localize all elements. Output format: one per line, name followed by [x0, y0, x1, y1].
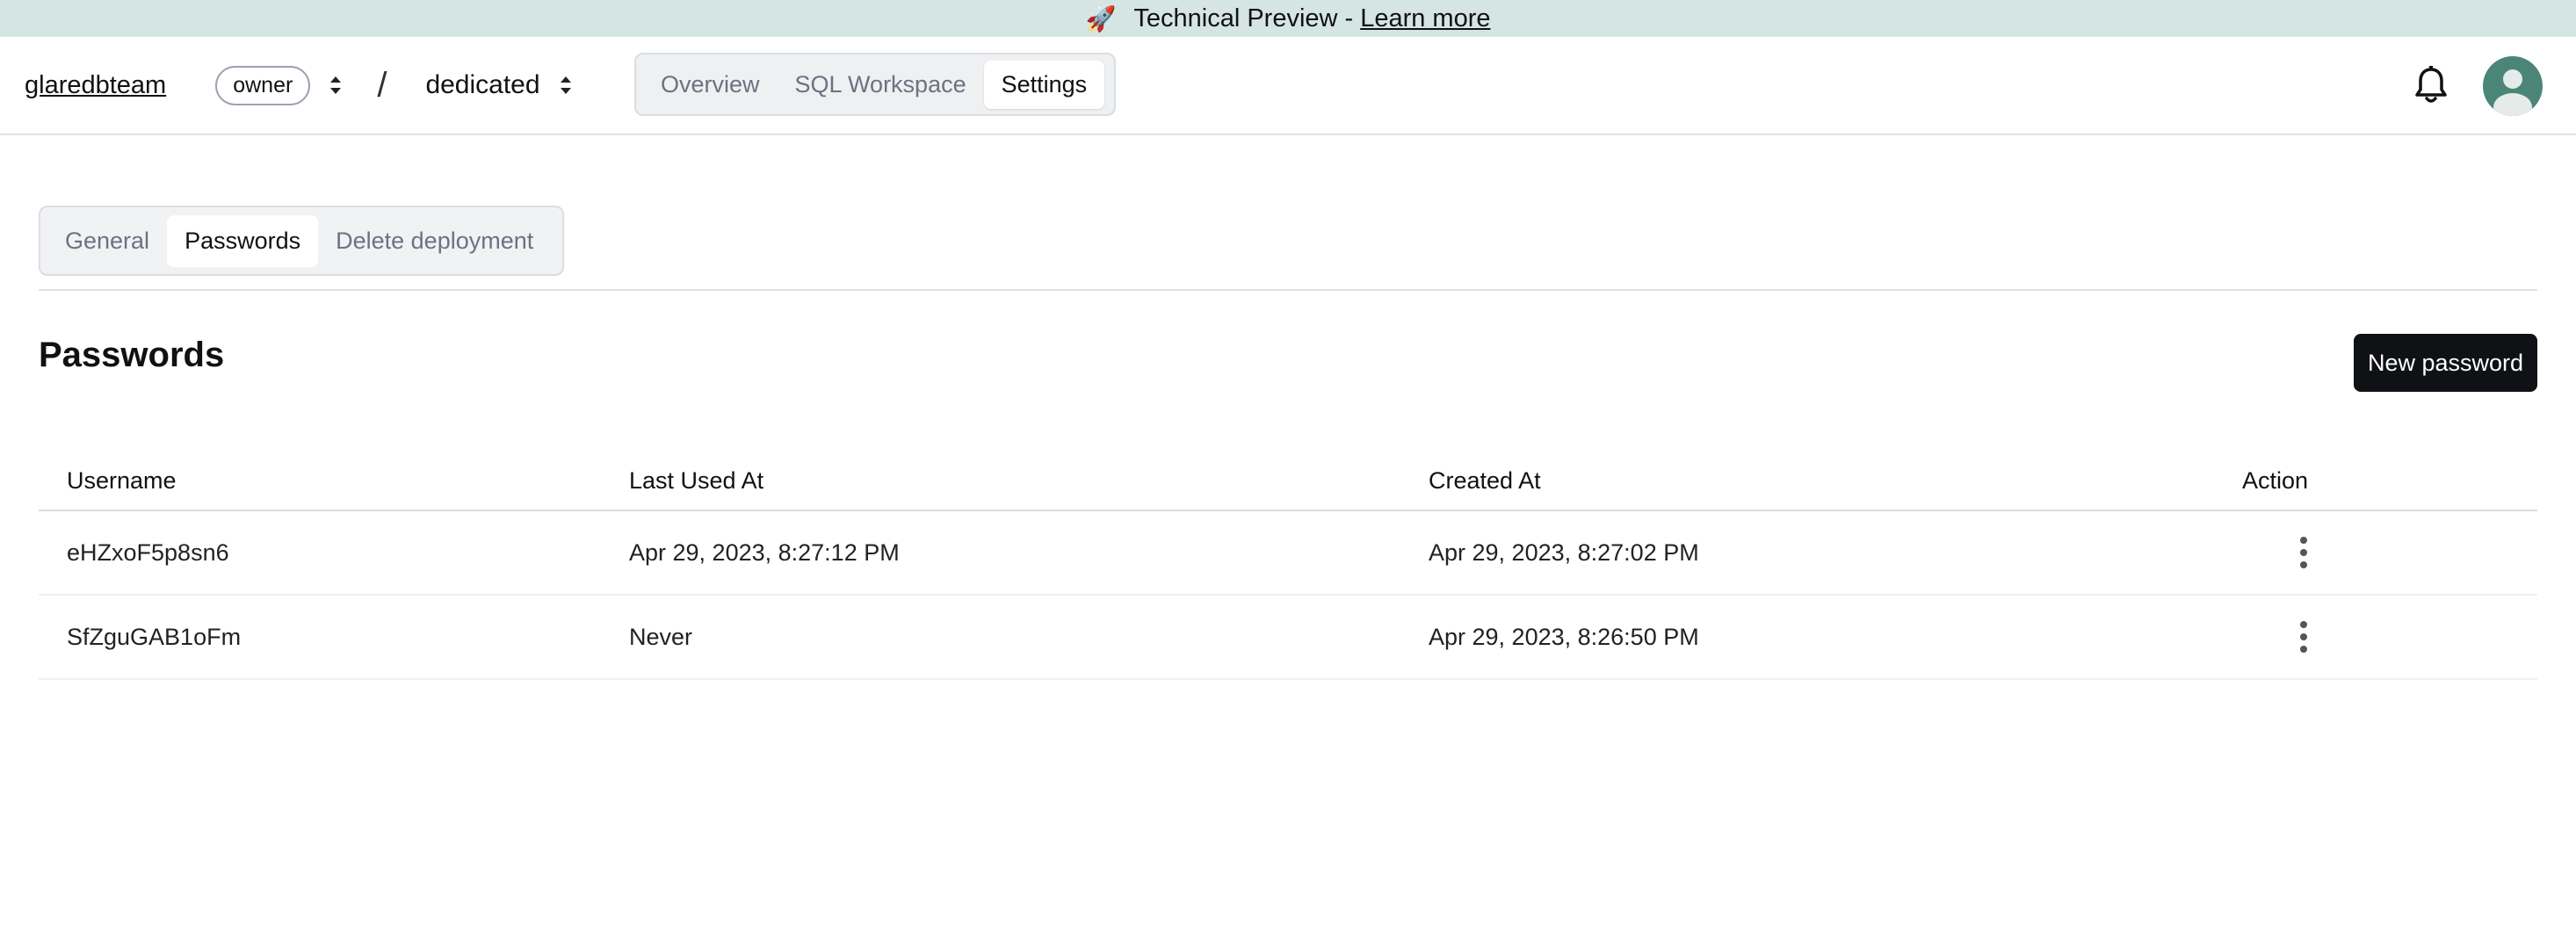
last-used-cell: Never [629, 623, 693, 650]
tab-settings[interactable]: Settings [983, 60, 1105, 109]
table-row: eHZxoF5p8sn6 Apr 29, 2023, 8:27:12 PM Ap… [39, 511, 2537, 596]
last-used-cell: Apr 29, 2023, 8:27:12 PM [629, 539, 900, 566]
kebab-menu-icon[interactable] [2297, 621, 2311, 653]
table-row: SfZguGAB1oFm Never Apr 29, 2023, 8:26:50… [39, 596, 2537, 680]
banner-text: Technical Preview - [1133, 4, 1354, 33]
created-cell: Apr 29, 2023, 8:26:50 PM [1429, 623, 1699, 650]
username-cell: SfZguGAB1oFm [67, 623, 242, 650]
tab-delete-deployment[interactable]: Delete deployment [318, 215, 551, 267]
column-header-username: Username [67, 466, 177, 494]
kebab-menu-icon[interactable] [2297, 537, 2311, 568]
column-header-action: Action [2242, 466, 2309, 494]
learn-more-link[interactable]: Learn more [1360, 4, 1490, 33]
top-navigation-bar: glaredbteam owner / dedicated Overview S… [0, 37, 2576, 135]
tab-general[interactable]: General [47, 215, 167, 267]
section-divider [39, 289, 2537, 291]
tab-passwords[interactable]: Passwords [167, 214, 319, 267]
settings-tabs: General Passwords Delete deployment [39, 206, 564, 276]
role-badge: owner [215, 65, 311, 105]
technical-preview-banner: 🚀 Technical Preview - Learn more [0, 0, 2576, 37]
tab-overview[interactable]: Overview [643, 61, 778, 109]
column-header-created: Created At [1429, 466, 1541, 494]
rocket-icon: 🚀 [1085, 4, 1117, 33]
bell-icon[interactable] [2412, 65, 2450, 105]
new-password-button[interactable]: New password [2354, 334, 2537, 392]
team-selector-chevron-icon[interactable] [329, 74, 342, 97]
username-cell: eHZxoF5p8sn6 [67, 539, 229, 566]
created-cell: Apr 29, 2023, 8:27:02 PM [1429, 539, 1699, 566]
tab-sql-workspace[interactable]: SQL Workspace [778, 61, 984, 109]
table-header: Username Last Used At Created At Action [39, 452, 2537, 511]
deployment-nav-tabs: Overview SQL Workspace Settings [634, 53, 1116, 116]
team-name-link[interactable]: glaredbteam [25, 71, 166, 100]
passwords-table: Username Last Used At Created At Action … [39, 452, 2537, 680]
deployment-selector-chevron-icon[interactable] [560, 74, 572, 97]
breadcrumb-separator: / [377, 65, 387, 105]
page-title: Passwords [39, 336, 225, 374]
user-avatar-icon[interactable] [2483, 56, 2543, 116]
deployment-name[interactable]: dedicated [425, 70, 539, 100]
column-header-last-used: Last Used At [629, 466, 764, 494]
